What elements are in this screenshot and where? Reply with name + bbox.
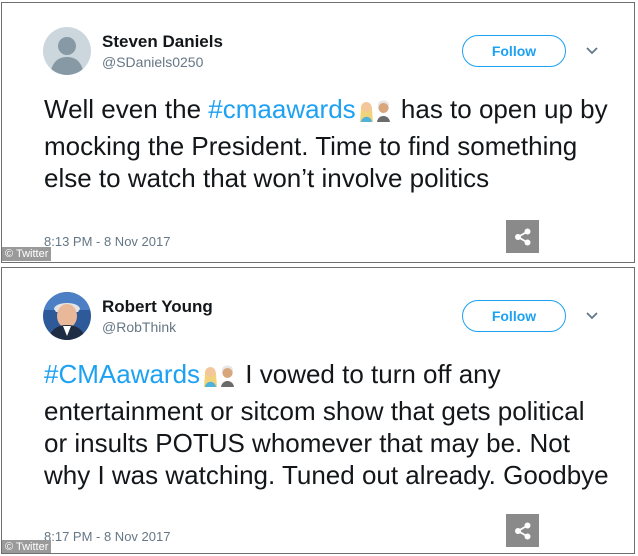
chevron-down-icon[interactable] [584,310,600,322]
share-icon[interactable] [506,514,539,547]
author-handle[interactable]: @SDaniels0250 [102,54,203,70]
avatar[interactable] [43,292,91,340]
follow-button[interactable]: Follow [462,300,566,332]
author-name[interactable]: Robert Young [102,297,213,317]
share-icon[interactable] [506,220,539,253]
tweet-text: Well even the #cmaawards has to open up … [44,94,608,193]
image-credit: © Twitter [2,247,52,261]
tweet-card: Steven Daniels @SDaniels0250 Follow Well… [1,2,635,263]
couple-emoji-icon [358,97,392,130]
timestamp[interactable]: 8:13 PM - 8 Nov 2017 [44,234,170,249]
author-handle[interactable]: @RobThink [102,319,176,335]
timestamp[interactable]: 8:17 PM - 8 Nov 2017 [44,529,170,544]
hashtag-link[interactable]: #cmaawards [208,94,355,124]
image-credit: © Twitter [2,540,52,553]
couple-emoji-icon [202,362,236,395]
follow-button[interactable]: Follow [462,35,566,67]
default-avatar-icon[interactable] [43,27,91,75]
tweet-card: Robert Young @RobThink Follow #CMAawards… [1,267,635,554]
author-name[interactable]: Steven Daniels [102,32,223,52]
chevron-down-icon[interactable] [584,45,600,57]
tweet-text: #CMAawards I vowed to turn off any enter… [44,359,609,490]
hashtag-link[interactable]: #CMAawards [44,359,200,389]
